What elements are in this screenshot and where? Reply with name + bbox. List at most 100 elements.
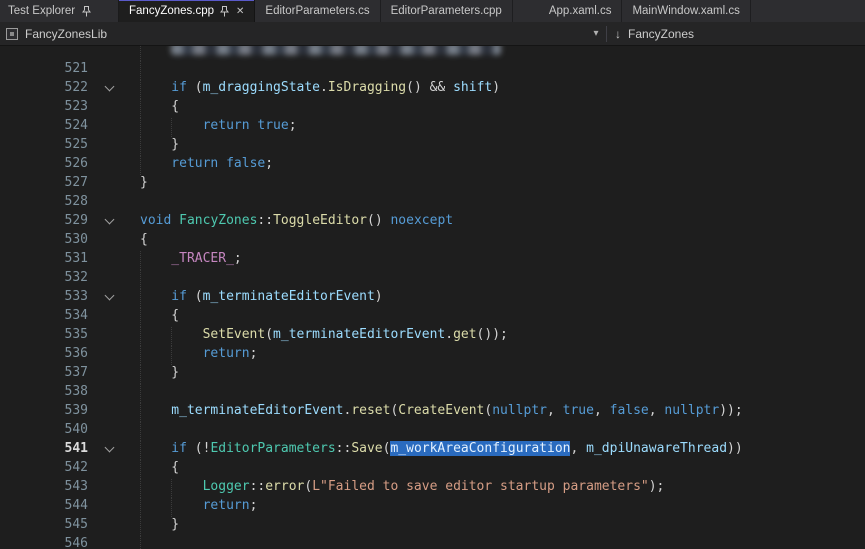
code-token: ): [375, 289, 383, 304]
fold-gutter: [92, 477, 126, 496]
code-text: [126, 534, 865, 549]
code-token: FancyZones: [179, 213, 257, 228]
fold-gutter: [92, 59, 126, 78]
code-text: }: [126, 135, 865, 154]
tab-app-xaml-cs[interactable]: App.xaml.cs: [539, 0, 623, 22]
code-token: return: [203, 346, 250, 361]
code-text: Logger::error(L"Failed to save editor st…: [126, 477, 865, 496]
fold-chevron-icon[interactable]: [104, 442, 114, 452]
chevron-down-icon[interactable]: ▾: [586, 28, 606, 39]
code-token: m_terminateEditorEvent: [171, 403, 343, 418]
code-token: if: [171, 441, 187, 456]
fold-gutter[interactable]: [92, 78, 126, 97]
indent-guide: [140, 46, 171, 59]
fold-gutter[interactable]: [92, 439, 126, 458]
code-token: get: [453, 327, 476, 342]
line-number: 527: [0, 173, 92, 192]
project-dropdown[interactable]: FancyZonesLib: [0, 27, 586, 41]
code-line-520[interactable]: [0, 46, 865, 59]
code-token: (: [304, 479, 312, 494]
line-number: 538: [0, 382, 92, 401]
code-token: void: [140, 213, 179, 228]
code-line-527[interactable]: 527}: [0, 173, 865, 192]
code-line-532[interactable]: 532: [0, 268, 865, 287]
tab-editorparameters-cs[interactable]: EditorParameters.cs: [255, 0, 380, 22]
tab-mainwindow-xaml-cs[interactable]: MainWindow.xaml.cs: [622, 0, 750, 22]
code-line-539[interactable]: 539 m_terminateEditorEvent.reset(CreateE…: [0, 401, 865, 420]
code-token: ;: [289, 118, 297, 133]
tab-label: FancyZones.cpp: [129, 5, 214, 17]
pin-icon[interactable]: [220, 6, 229, 17]
code-token: Save: [351, 441, 382, 456]
code-line-546[interactable]: 546: [0, 534, 865, 549]
code-token: }: [171, 517, 179, 532]
code-token: ToggleEditor: [273, 213, 367, 228]
pin-icon[interactable]: [82, 6, 91, 17]
code-line-542[interactable]: 542 {: [0, 458, 865, 477]
code-line-545[interactable]: 545 }: [0, 515, 865, 534]
line-number: 539: [0, 401, 92, 420]
tab-fancyzones-cpp[interactable]: FancyZones.cpp ✕: [119, 0, 255, 22]
fold-gutter: [92, 192, 126, 211]
code-line-528[interactable]: 528: [0, 192, 865, 211]
scope-dropdown[interactable]: ↓ FancyZones: [607, 27, 865, 41]
tab-test-explorer[interactable]: Test Explorer: [0, 0, 119, 22]
code-line-535[interactable]: 535 SetEvent(m_terminateEditorEvent.get(…: [0, 325, 865, 344]
code-text: }: [126, 515, 865, 534]
code-token: ;: [265, 156, 273, 171]
code-token: {: [171, 308, 179, 323]
fold-gutter: [92, 268, 126, 287]
code-line-525[interactable]: 525 }: [0, 135, 865, 154]
fold-gutter[interactable]: [92, 211, 126, 230]
code-text: m_terminateEditorEvent.reset(CreateEvent…: [126, 401, 865, 420]
code-line-543[interactable]: 543 Logger::error(L"Failed to save edito…: [0, 477, 865, 496]
code-line-530[interactable]: 530{: [0, 230, 865, 249]
code-line-533[interactable]: 533 if (m_terminateEditorEvent): [0, 287, 865, 306]
indent-guide: [140, 116, 171, 135]
code-line-521[interactable]: 521: [0, 59, 865, 78]
close-icon[interactable]: ✕: [236, 6, 244, 17]
code-line-524[interactable]: 524 return true;: [0, 116, 865, 135]
code-line-540[interactable]: 540: [0, 420, 865, 439]
code-token: CreateEvent: [398, 403, 484, 418]
tab-group-gap: [513, 0, 539, 22]
code-text: [126, 268, 865, 287]
code-token: ));: [719, 403, 742, 418]
code-token: ::: [336, 441, 352, 456]
indent-guide: [171, 325, 202, 344]
code-token: &&: [430, 80, 453, 95]
code-token: shift: [453, 80, 492, 95]
fold-chevron-icon[interactable]: [104, 214, 114, 224]
indent-guide: [140, 496, 171, 515]
code-token: ::: [250, 479, 266, 494]
code-line-526[interactable]: 526 return false;: [0, 154, 865, 173]
fold-gutter: [92, 230, 126, 249]
code-token: return: [171, 156, 226, 171]
fold-chevron-icon[interactable]: [104, 290, 114, 300]
code-line-541[interactable]: 541 if (!EditorParameters::Save(m_workAr…: [0, 439, 865, 458]
code-token: m_draggingState: [203, 80, 320, 95]
code-line-536[interactable]: 536 return;: [0, 344, 865, 363]
tab-editorparameters-cpp[interactable]: EditorParameters.cpp: [381, 0, 513, 22]
project-name: FancyZonesLib: [25, 27, 107, 41]
code-line-531[interactable]: 531 _TRACER_;: [0, 249, 865, 268]
code-line-522[interactable]: 522 if (m_draggingState.IsDragging() && …: [0, 78, 865, 97]
tab-label: Test Explorer: [8, 5, 75, 17]
code-line-523[interactable]: 523 {: [0, 97, 865, 116]
tab-label: MainWindow.xaml.cs: [632, 5, 739, 17]
library-icon: [6, 28, 18, 40]
fold-gutter[interactable]: [92, 287, 126, 306]
code-token: (: [265, 327, 273, 342]
line-number: 535: [0, 325, 92, 344]
code-line-538[interactable]: 538: [0, 382, 865, 401]
code-line-537[interactable]: 537 }: [0, 363, 865, 382]
code-text: void FancyZones::ToggleEditor() noexcept: [126, 211, 865, 230]
line-number: 528: [0, 192, 92, 211]
fold-chevron-icon[interactable]: [104, 81, 114, 91]
tab-label: EditorParameters.cpp: [391, 5, 502, 17]
code-editor[interactable]: 521 522 if (m_draggingState.IsDragging()…: [0, 46, 865, 549]
code-line-529[interactable]: 529void FancyZones::ToggleEditor() noexc…: [0, 211, 865, 230]
indent-guide: [171, 496, 202, 515]
code-line-534[interactable]: 534 {: [0, 306, 865, 325]
code-line-544[interactable]: 544 return;: [0, 496, 865, 515]
